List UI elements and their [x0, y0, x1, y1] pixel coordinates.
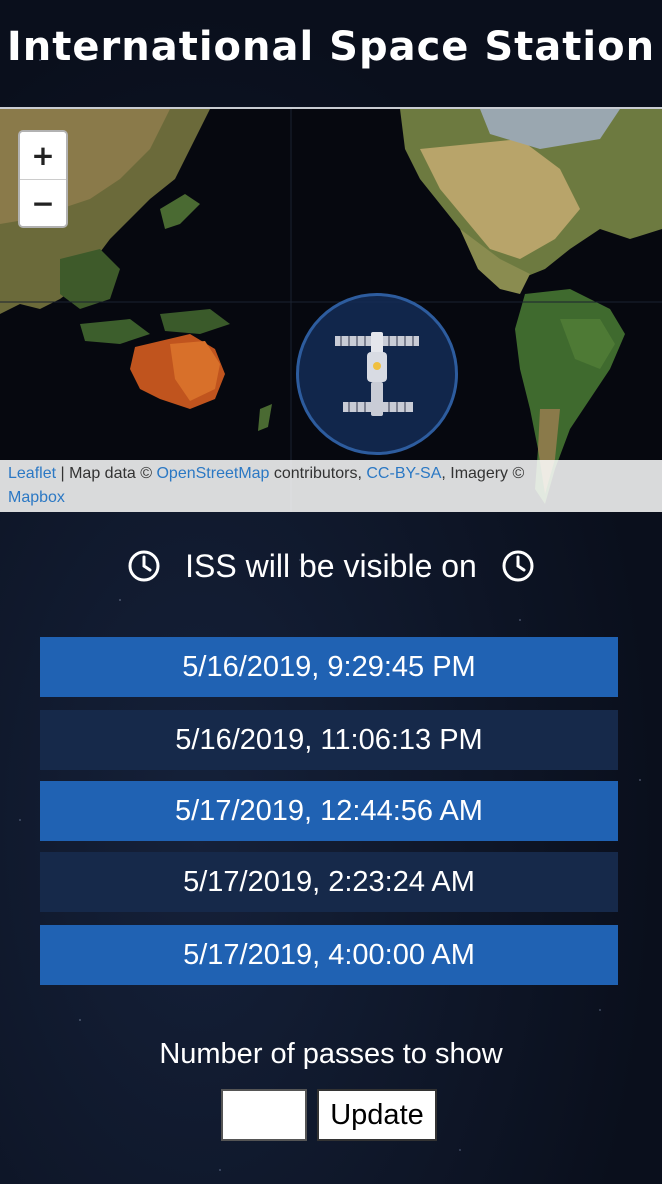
passes-form: Update: [221, 1089, 437, 1141]
visibility-heading: ISS will be visible on: [0, 546, 662, 586]
visibility-heading-text: ISS will be visible on: [185, 547, 477, 584]
map-attribution: Leaflet | Map data © OpenStreetMap contr…: [0, 460, 662, 512]
pass-time-item: 5/16/2019, 9:29:45 PM: [40, 637, 618, 697]
zoom-control: + −: [18, 130, 68, 228]
pass-time-item: 5/17/2019, 4:00:00 AM: [40, 925, 618, 985]
attribution-imagery: , Imagery ©: [441, 465, 525, 482]
leaflet-link[interactable]: Leaflet: [8, 465, 56, 482]
passes-count-label: Number of passes to show: [159, 1038, 503, 1070]
mapbox-link[interactable]: Mapbox: [8, 489, 65, 506]
iss-marker[interactable]: [296, 293, 458, 455]
zoom-out-button[interactable]: −: [20, 179, 66, 226]
zoom-in-button[interactable]: +: [20, 132, 66, 179]
world-map[interactable]: + − Leaflet | Map data © OpenStreetMap c…: [0, 107, 662, 512]
pass-time-item: 5/16/2019, 11:06:13 PM: [40, 710, 618, 770]
license-link[interactable]: CC-BY-SA: [366, 465, 441, 482]
pass-time-item: 5/17/2019, 12:44:56 AM: [40, 781, 618, 841]
page-title: International Space Station: [6, 24, 656, 70]
clock-icon: [502, 550, 534, 582]
attribution-contributors: contributors,: [269, 465, 367, 482]
openstreetmap-link[interactable]: OpenStreetMap: [156, 465, 269, 482]
update-button[interactable]: Update: [317, 1089, 437, 1141]
attribution-separator: | Map data ©: [56, 465, 157, 482]
pass-time-item: 5/17/2019, 2:23:24 AM: [40, 852, 618, 912]
clock-icon: [128, 550, 160, 582]
space-station-icon: [335, 332, 419, 416]
passes-count-input[interactable]: [221, 1089, 307, 1141]
